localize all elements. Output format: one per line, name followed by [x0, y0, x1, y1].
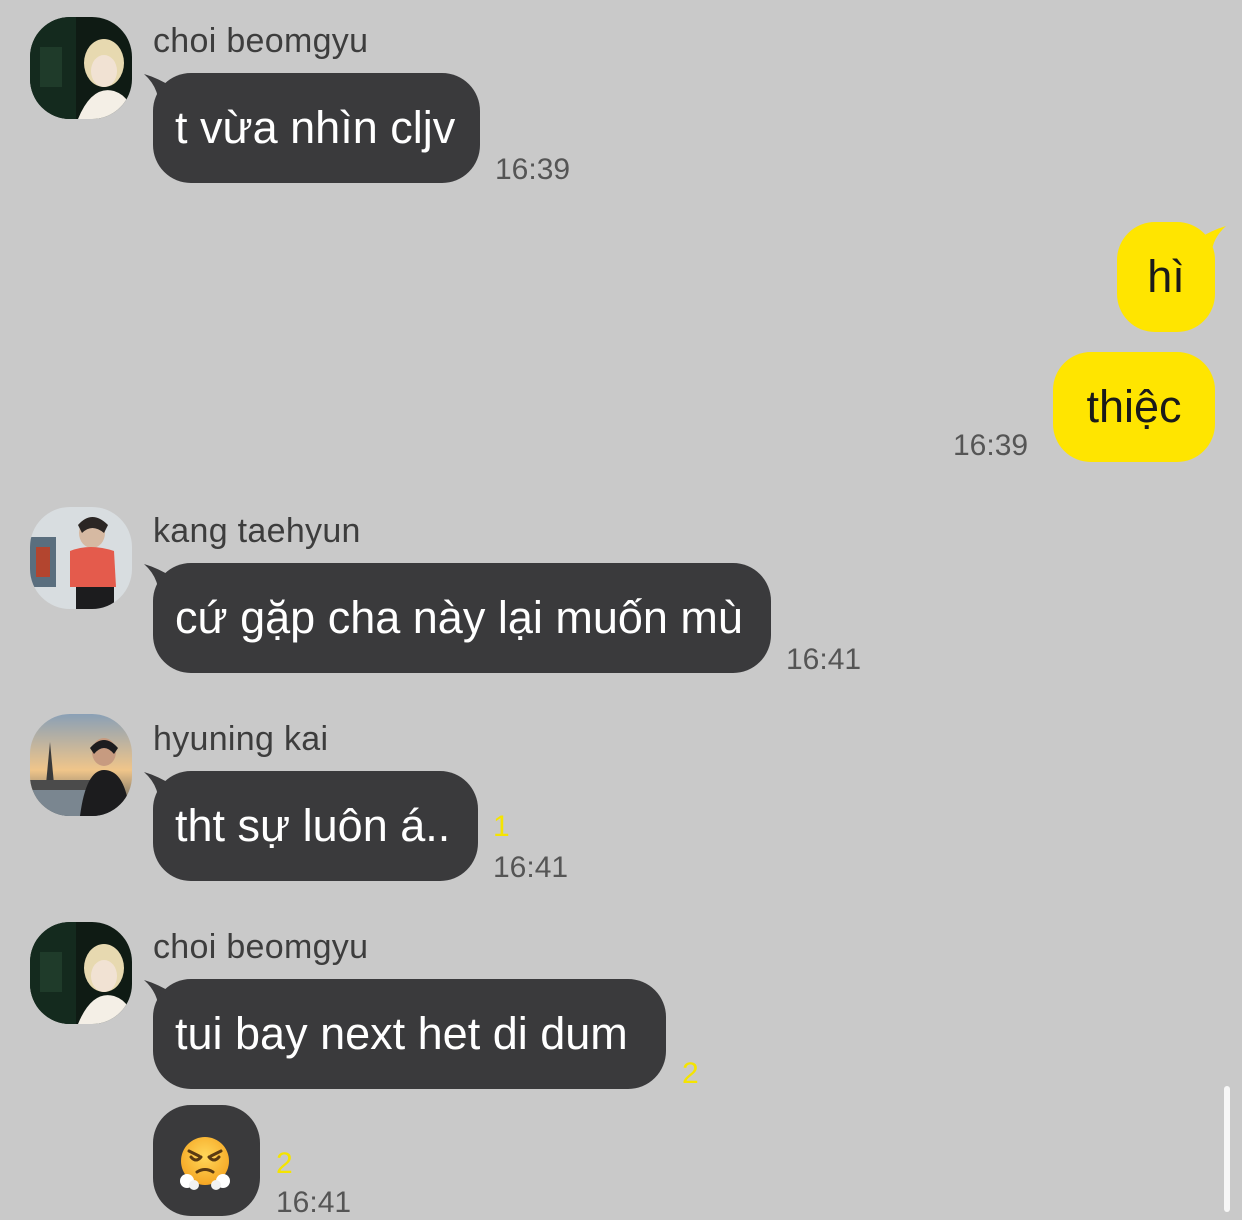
message-bubble[interactable]: tht sự luôn á.. — [153, 771, 478, 881]
message-timestamp: 16:39 — [495, 153, 571, 186]
message-bubble-own[interactable]: thiệc — [1053, 352, 1215, 462]
emoji-message-bubble[interactable] — [153, 1105, 260, 1216]
avatar-choi-beomgyu[interactable] — [30, 17, 132, 119]
sender-name: choi beomgyu — [153, 22, 369, 60]
sender-name: kang taehyun — [153, 512, 361, 550]
unread-count: 2 — [276, 1147, 293, 1180]
message-timestamp: 16:41 — [786, 643, 862, 676]
message-bubble-own[interactable]: hì — [1117, 222, 1215, 332]
message-bubble[interactable]: tui bay next het di dum — [153, 979, 666, 1089]
message-timestamp: 16:39 — [953, 429, 1029, 462]
message-bubble[interactable]: cứ gặp cha này lại muốn mù — [153, 563, 771, 673]
avatar-choi-beomgyu[interactable] — [30, 922, 132, 1024]
avatar-kang-taehyun[interactable] — [30, 507, 132, 609]
message-timestamp: 16:41 — [493, 851, 569, 884]
message-timestamp: 16:41 — [276, 1186, 352, 1219]
sender-name: hyuning kai — [153, 720, 329, 758]
face-with-steam-from-nose-icon — [180, 1137, 230, 1190]
message-bubble[interactable]: t vừa nhìn cljv — [153, 73, 480, 183]
scrollbar-thumb[interactable] — [1224, 1086, 1230, 1212]
avatar-hyuning-kai[interactable] — [30, 714, 132, 816]
sender-name: choi beomgyu — [153, 928, 369, 966]
unread-count: 1 — [493, 810, 510, 843]
unread-count: 2 — [682, 1057, 699, 1090]
